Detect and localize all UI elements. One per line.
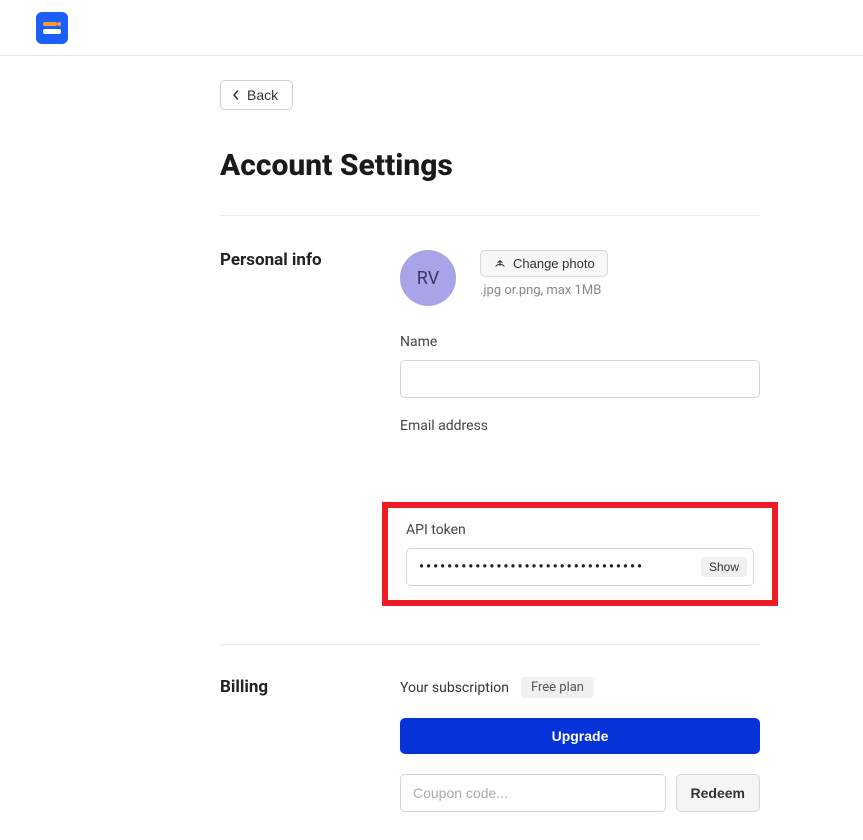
section-body-billing: Your subscription Free plan Upgrade Rede…: [400, 677, 760, 812]
plan-badge: Free plan: [521, 677, 594, 698]
section-personal: Personal info RV Change photo .jpg or.pn…: [220, 250, 760, 606]
redeem-button[interactable]: Redeem: [676, 774, 760, 812]
field-group-token: API token ••••••••••••••••••••••••••••••…: [406, 522, 754, 586]
app-logo[interactable]: [36, 12, 68, 44]
section-body-personal: RV Change photo .jpg or.png, max 1MB Nam…: [400, 250, 760, 606]
divider: [220, 644, 760, 645]
field-group-email: Email address: [400, 418, 760, 482]
show-token-button[interactable]: Show: [701, 557, 747, 577]
back-button[interactable]: Back: [220, 80, 293, 110]
upload-icon: [493, 257, 507, 271]
back-label: Back: [247, 87, 278, 103]
api-token-row: •••••••••••••••••••••••••••••••• Show: [406, 548, 754, 586]
photo-hint: .jpg or.png, max 1MB: [480, 283, 608, 298]
email-label: Email address: [400, 418, 760, 434]
coupon-row: Redeem: [400, 774, 760, 812]
change-photo-label: Change photo: [513, 256, 595, 271]
divider: [220, 215, 760, 216]
name-input[interactable]: [400, 360, 760, 398]
section-title-personal: Personal info: [220, 250, 400, 606]
api-token-label: API token: [406, 522, 754, 538]
section-title-billing: Billing: [220, 677, 400, 812]
page-title: Account Settings: [220, 148, 863, 183]
name-label: Name: [400, 334, 760, 350]
subscription-row: Your subscription Free plan: [400, 677, 760, 698]
logo-icon: [43, 22, 61, 34]
email-input[interactable]: [400, 444, 760, 482]
subscription-label: Your subscription: [400, 680, 509, 696]
section-billing: Billing Your subscription Free plan Upgr…: [220, 677, 760, 812]
topbar: [0, 0, 863, 56]
page-container: Back Account Settings Personal info RV C…: [220, 56, 863, 812]
chevron-left-icon: [231, 90, 241, 100]
coupon-input[interactable]: [400, 774, 666, 812]
api-token-value: ••••••••••••••••••••••••••••••••: [419, 559, 701, 575]
photo-actions: Change photo .jpg or.png, max 1MB: [480, 250, 608, 298]
upgrade-button[interactable]: Upgrade: [400, 718, 760, 754]
field-group-name: Name: [400, 334, 760, 398]
change-photo-button[interactable]: Change photo: [480, 250, 608, 277]
photo-row: RV Change photo .jpg or.png, max 1MB: [400, 250, 760, 306]
avatar: RV: [400, 250, 456, 306]
api-token-highlight: API token ••••••••••••••••••••••••••••••…: [382, 502, 778, 606]
